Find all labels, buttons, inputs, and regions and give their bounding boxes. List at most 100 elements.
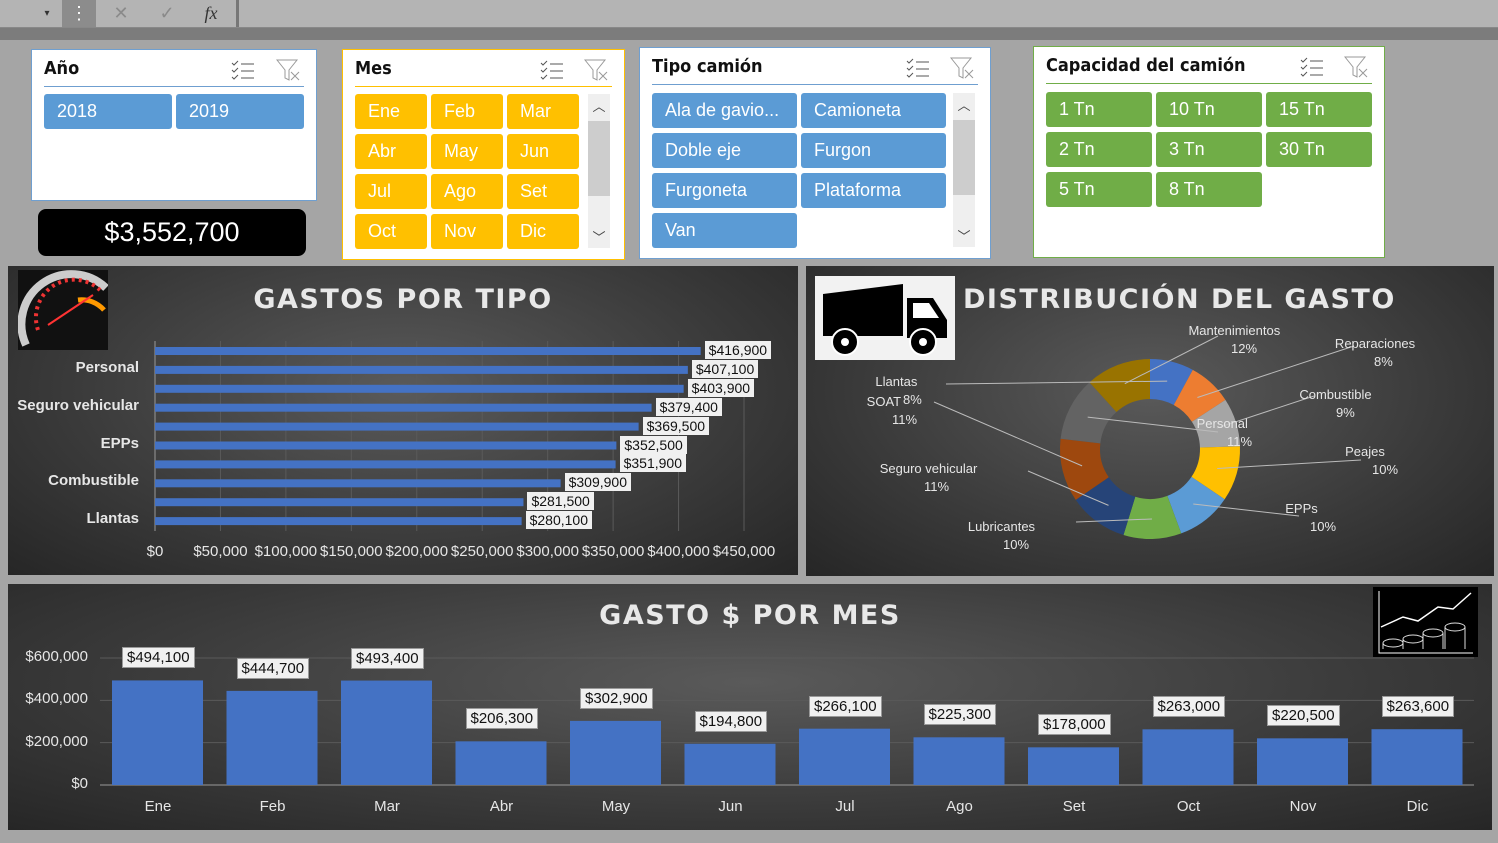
slice-percent: 11% [1227,434,1253,449]
bar [155,460,616,469]
slicer-item[interactable]: Abr [355,134,427,169]
slicer-item[interactable]: 2018 [44,94,172,129]
x-tick-label: Jul [835,798,855,815]
multi-select-icon[interactable] [905,56,931,80]
bar [155,517,522,526]
data-label: $281,500 [527,492,594,511]
slicer-item[interactable]: Camioneta [801,93,946,128]
column [799,728,890,785]
slice-percent: 12% [1231,341,1258,356]
data-label: $407,100 [691,359,759,378]
bar [155,365,688,374]
slice-label: EPPs [1285,501,1318,516]
x-tick-label: Nov [1289,798,1317,815]
total-amount: $3,552,700 [38,209,306,256]
clear-filter-icon[interactable] [949,56,976,80]
function-icon[interactable]: fx [194,0,228,27]
slicer-item[interactable]: 30 Tn [1266,132,1372,167]
scroll-thumb[interactable] [953,120,975,195]
x-tick-label: Mar [374,798,400,815]
scroll-thumb[interactable] [588,121,610,196]
slicer-item[interactable]: 2 Tn [1046,132,1152,167]
slicer-item[interactable]: May [431,134,503,169]
slicer-item[interactable]: Ago [431,174,503,209]
x-tick-label: Ago [946,798,973,815]
slicer-item[interactable]: Oct [355,214,427,249]
scrollbar[interactable]: ︿ ﹀ [588,94,610,248]
header-band [0,28,1498,40]
data-label: $444,700 [236,657,310,679]
slicer-item[interactable]: 2019 [176,94,304,129]
scroll-up-icon[interactable]: ︿ [953,95,975,114]
slicer-item[interactable]: Van [652,213,797,248]
column [1028,747,1119,785]
clear-filter-icon[interactable] [275,58,302,82]
slice-label: Personal [1196,416,1248,431]
slicer-capacity: Capacidad del camión 1 Tn 10 Tn 15 Tn 2 Tn 3… [1033,46,1385,258]
more-options-icon[interactable]: ⋮ [62,0,96,27]
x-tick-label: Set [1062,798,1086,815]
slicer-item[interactable]: 15 Tn [1266,92,1372,127]
y-tick-label: $0 [71,775,88,792]
scroll-up-icon[interactable]: ︿ [588,96,610,115]
slicer-item[interactable]: Jul [355,174,427,209]
data-label: $494,100 [122,647,195,669]
data-label: $206,300 [465,708,539,730]
slicer-item[interactable]: 1 Tn [1046,92,1152,127]
divider [355,86,612,87]
multi-select-icon[interactable] [539,58,565,82]
column [1142,729,1234,785]
slice-label: Mantenimientos [1188,323,1281,338]
scrollbar[interactable]: ︿ ﹀ [953,93,975,247]
multi-select-icon[interactable] [230,58,256,82]
bar [155,384,684,393]
scroll-down-icon[interactable]: ﹀ [953,226,975,245]
slicer-item[interactable]: Mar [507,94,579,129]
slicer-month: Mes Ene Feb Mar Abr May Jun Jul Ago Set Oct Nov Dic… [342,49,625,260]
bar [155,347,701,355]
slicer-title: Capacidad del camión [1046,55,1246,76]
slice-label: Seguro vehicular [879,461,978,476]
slicer-item[interactable]: Plataforma [801,173,946,208]
data-label: $403,900 [687,378,755,397]
slicer-item[interactable]: Feb [431,94,503,129]
bar [155,498,524,507]
clear-filter-icon[interactable] [583,58,610,82]
slicer-title: Tipo camión [652,56,763,77]
slicer-item[interactable]: 5 Tn [1046,172,1152,207]
slicer-item[interactable]: Furgon [801,133,946,168]
multi-select-icon[interactable] [1299,55,1325,79]
x-icon[interactable]: ✕ [104,0,138,27]
slicer-item[interactable]: Doble eje [652,133,797,168]
slicer-item[interactable]: Nov [431,214,503,249]
slicer-item[interactable]: Furgoneta [652,173,797,208]
slice-label: Combustible [1299,387,1372,402]
slicer-item[interactable]: 8 Tn [1156,172,1262,207]
slicer-item[interactable]: Ene [355,94,427,129]
clear-filter-icon[interactable] [1343,55,1370,79]
divider [652,84,978,85]
bar [155,422,639,431]
slicer-item[interactable]: 10 Tn [1156,92,1262,127]
slicer-item[interactable]: 3 Tn [1156,132,1262,167]
data-label: $194,800 [694,710,768,732]
column [570,720,661,785]
slice-label: Reparaciones [1334,336,1416,351]
check-icon[interactable]: ✓ [150,0,184,27]
divider [1046,83,1372,84]
y-tick-label: $600,000 [25,648,88,665]
scroll-down-icon[interactable]: ﹀ [588,227,610,246]
data-label: $263,600 [1381,696,1455,718]
name-box-dropdown-icon[interactable]: ▾ [36,0,58,27]
slicer-item[interactable]: Jun [507,134,579,169]
column [455,741,547,785]
slicer-truck-type: Tipo camión Ala de gavio... Camioneta Dobl… [639,47,991,259]
slicer-item[interactable]: Set [507,174,579,209]
chart-expenses-by-month: GASTO $ POR MES $0 $200,000 $400,000 $600,0… [8,584,1492,830]
slice-percent: 9% [1336,405,1355,420]
slicer-item[interactable]: Ala de gavio... [652,93,797,128]
slice-percent: 10% [1003,537,1030,552]
slice-percent: 10% [1372,462,1399,477]
x-tick-label: May [601,798,631,815]
slicer-item[interactable]: Dic [507,214,579,249]
